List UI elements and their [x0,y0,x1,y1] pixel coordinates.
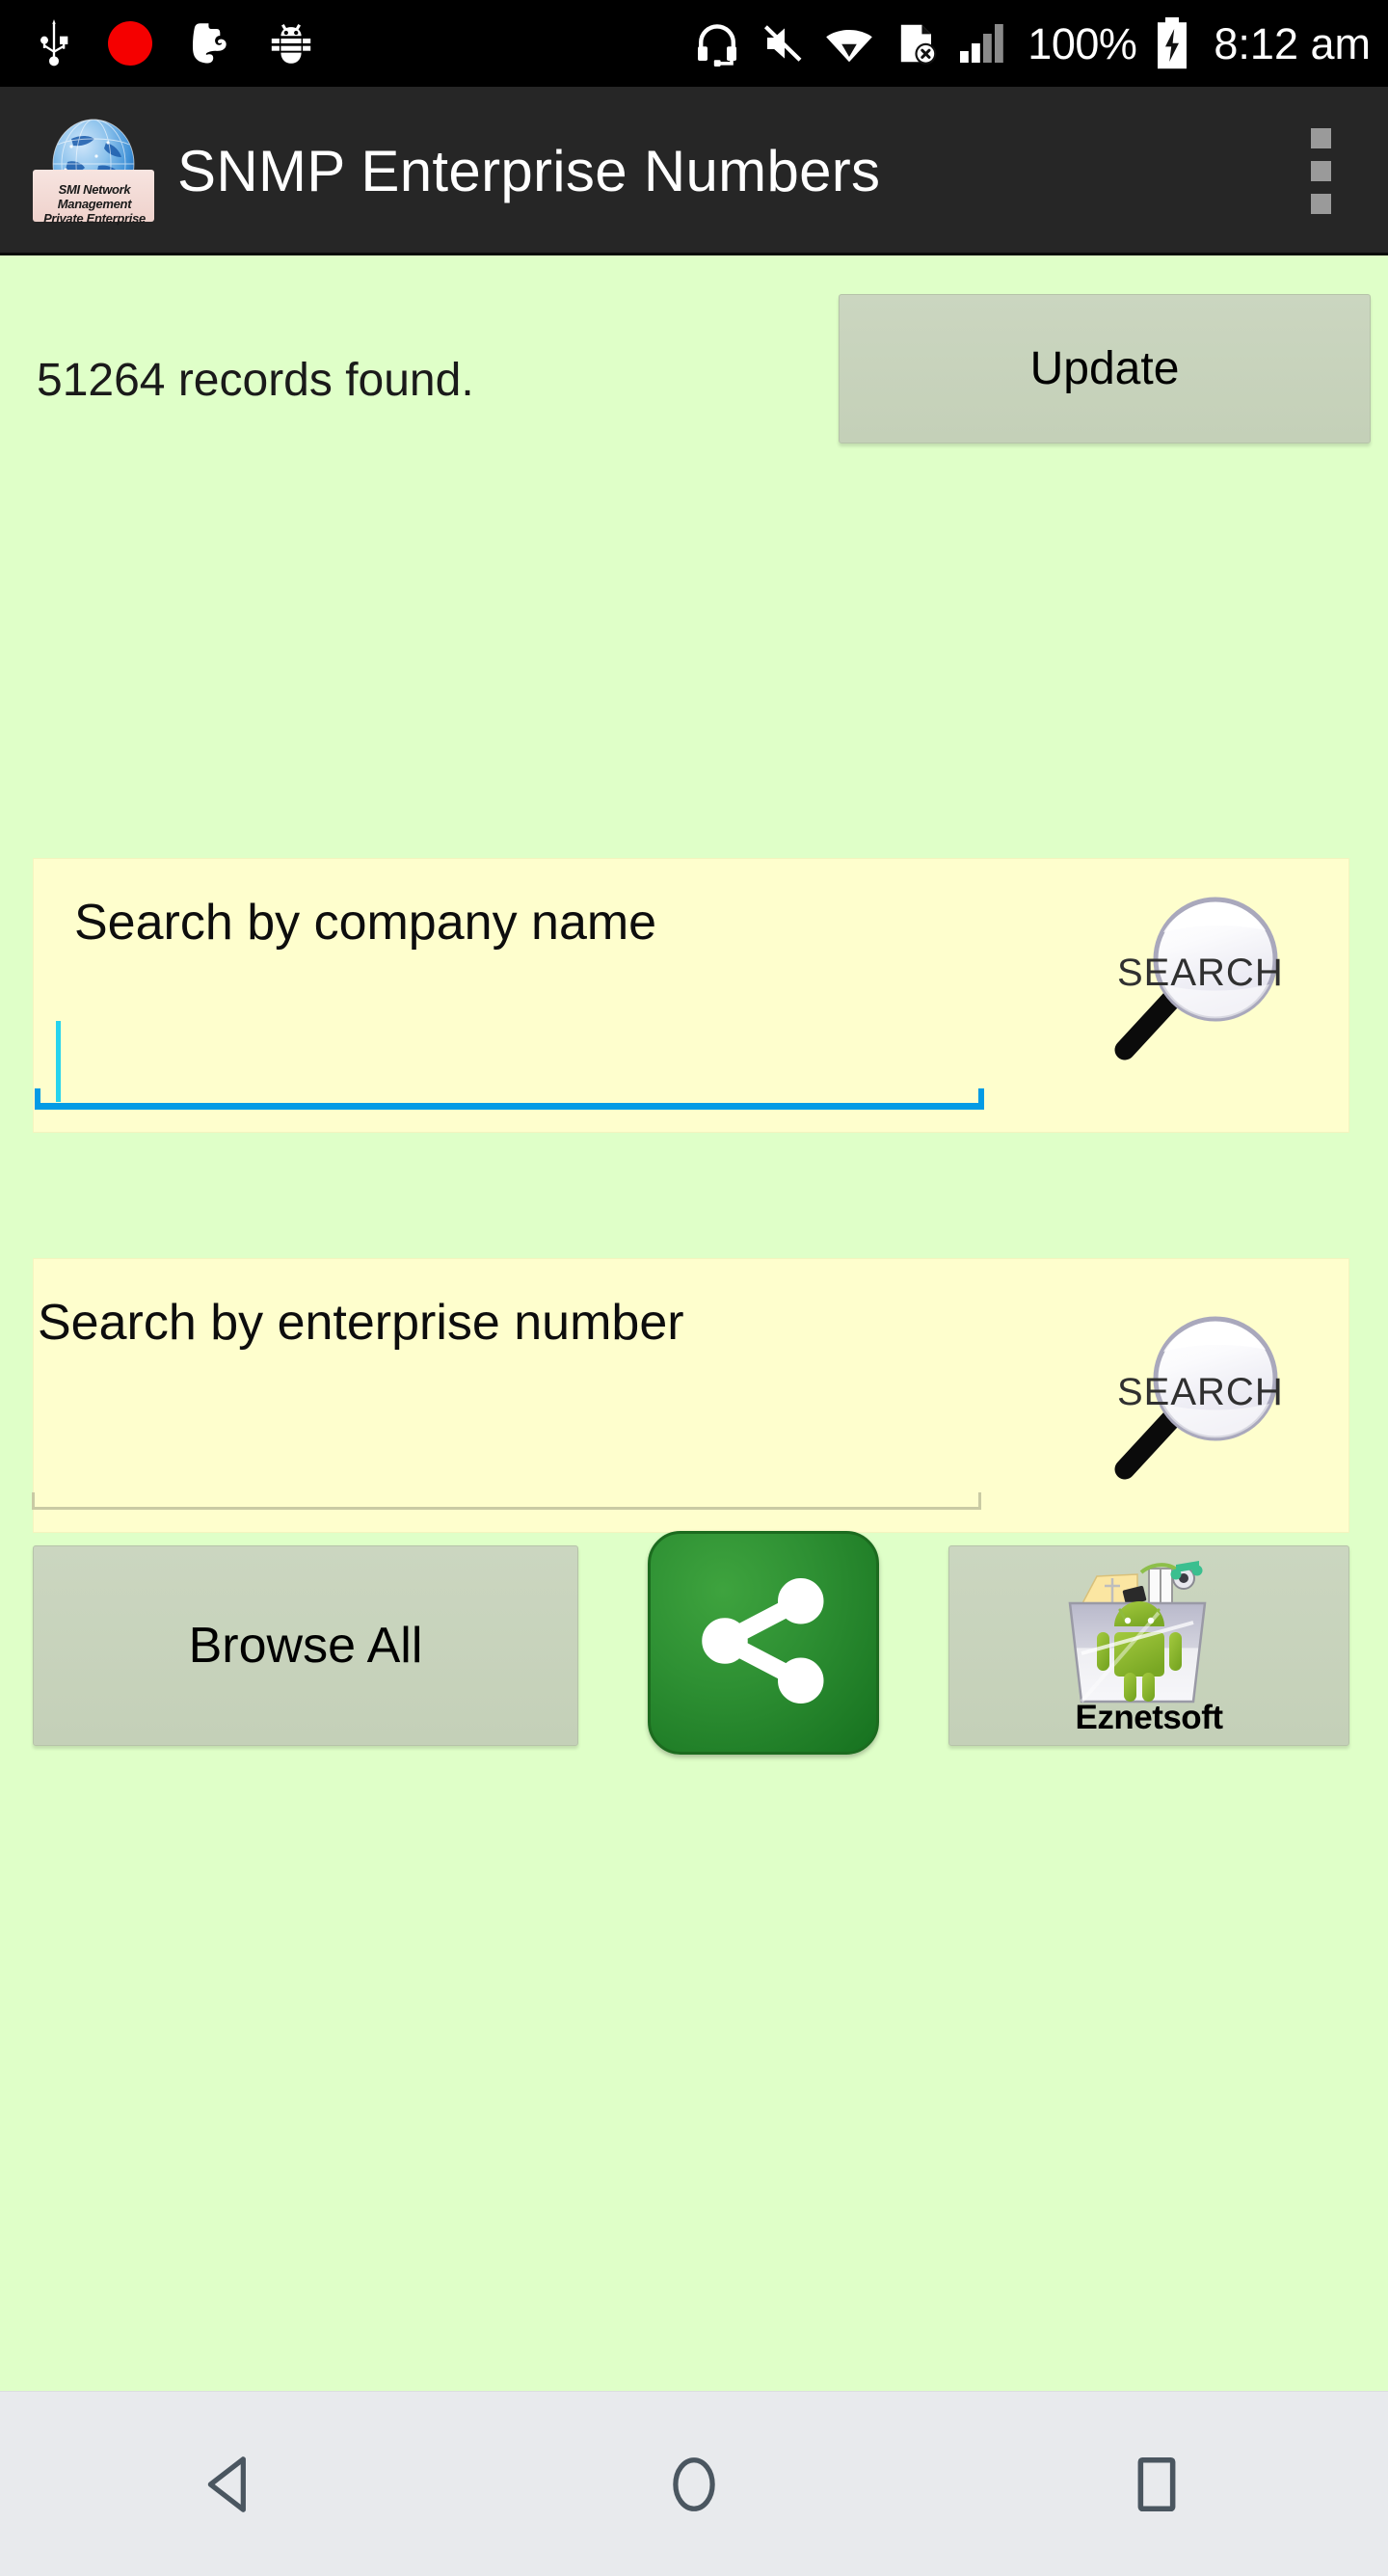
android-navigation-bar [0,2391,1388,2576]
logo-banner-line-1: SMI Network [58,181,131,197]
app-screen: 100% 8:12 am SMI Network Management Priv… [0,0,1388,2576]
no-sim-card-icon [893,20,939,67]
app-globe-logo-icon: SMI Network Management Private Enterpris… [33,114,154,229]
overflow-menu-icon[interactable] [1274,109,1367,234]
action-button-row: Browse All Eznetsoft [0,1531,1388,1755]
enterprise-number-search-card: Search by enterprise number SEARCH [32,1258,1349,1533]
company-search-label: Search by company name [74,895,657,951]
magnifier-search-icon[interactable]: SEARCH [1104,876,1325,1069]
status-bar-right-icons: 100% 8:12 am [694,17,1371,69]
logo-banner-line-2: Management [57,196,132,211]
volume-muted-icon [760,20,806,67]
browse-all-button[interactable]: Browse All [33,1545,578,1746]
status-bar-clock: 8:12 am [1214,18,1371,68]
magnifier-search-label: SEARCH [1117,952,1284,994]
records-row: 51264 records found. Update [0,294,1388,487]
action-bar: SMI Network Management Private Enterpris… [0,87,1388,255]
records-found-text: 51264 records found. [37,355,474,406]
android-debug-bug-icon [266,19,316,67]
logo-banner-line-3: Private Enterprise [43,210,146,226]
text-caret [56,1021,61,1102]
update-button[interactable]: Update [839,294,1371,443]
battery-percentage: 100% [1028,18,1137,68]
nav-home-icon[interactable] [607,2427,781,2542]
eznetsoft-label: Eznetsoft [1075,1698,1224,1736]
magnifier-search-icon[interactable]: SEARCH [1104,1296,1325,1489]
android-app-store-bag-icon: Eznetsoft [1053,1557,1245,1736]
status-bar-left-icons [35,19,316,67]
headset-icon [694,20,740,67]
recording-dot-icon [108,21,152,66]
status-bar: 100% 8:12 am [0,0,1388,87]
enterprise-number-search-input[interactable] [32,1423,981,1510]
share-icon [691,1569,836,1718]
battery-charging-icon [1156,17,1188,69]
evernote-icon [187,19,231,67]
page-title: SNMP Enterprise Numbers [177,139,881,203]
magnifier-search-label: SEARCH [1117,1371,1284,1413]
company-search-input[interactable] [35,994,984,1110]
logo-banner-text: SMI Network Management Private Enterpris… [31,182,158,226]
wifi-icon [825,20,873,67]
cellular-signal-icon [958,20,1008,67]
company-search-card: Search by company name SEARCH [33,858,1349,1133]
share-button[interactable] [648,1531,879,1755]
eznetsoft-store-button[interactable]: Eznetsoft [948,1545,1349,1746]
main-content: 51264 records found. Update Search by co… [0,255,1388,2391]
enterprise-number-search-label: Search by enterprise number [38,1295,684,1351]
nav-recents-icon[interactable] [1070,2427,1243,2542]
input-underline-focused [35,1088,984,1110]
nav-back-icon[interactable] [145,2427,318,2542]
input-underline-idle [32,1492,981,1510]
usb-icon [35,19,73,67]
